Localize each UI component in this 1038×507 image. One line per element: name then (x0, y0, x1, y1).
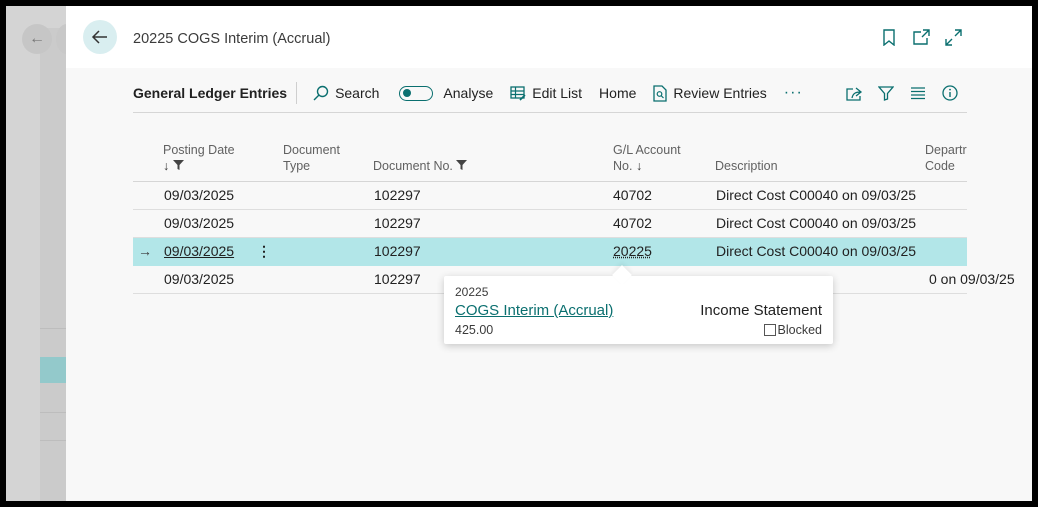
toggle-switch-icon (399, 85, 434, 101)
grid-header: Posting Date ↓ Document Type Document No… (133, 134, 967, 182)
review-entries-label: Review Entries (673, 85, 767, 101)
table-row[interactable]: 09/03/2025 102297 40702 Direct Cost C000… (133, 210, 967, 238)
cell-posting-date[interactable]: 09/03/2025 (164, 210, 234, 237)
column-document-no-label: Document No. (373, 159, 453, 173)
cell-document-no[interactable]: 102297 (374, 182, 421, 209)
arrow-left-icon (91, 30, 107, 44)
page-title: 20225 COGS Interim (Accrual) (133, 31, 331, 47)
cell-document-no[interactable]: 102297 (374, 238, 421, 265)
column-gl-account-label-2: No. (613, 159, 633, 173)
column-description-label: Description (715, 159, 778, 173)
sort-descending-icon: ↓ (163, 159, 170, 173)
tooltip-account-no: 20225 (455, 285, 489, 299)
edit-list-button[interactable]: Edit List (510, 85, 582, 101)
background-back-icon: ← (22, 24, 52, 54)
action-bar: General Ledger Entries Search Analyse Ed… (133, 74, 967, 113)
review-entries-button[interactable]: Review Entries (653, 84, 767, 102)
edit-list-icon (510, 86, 526, 101)
cell-description[interactable]: Direct Cost C00040 on 09/03/25 (716, 182, 916, 209)
row-indicator-arrow-icon: → (138, 243, 152, 259)
blocked-checkbox[interactable] (763, 324, 776, 336)
search-button[interactable]: Search (313, 85, 379, 101)
column-gl-account-label: G/L Account (613, 143, 681, 157)
info-icon[interactable] (941, 84, 959, 102)
title-actions (880, 28, 962, 46)
sort-descending-icon: ↓ (635, 159, 643, 173)
home-tab[interactable]: Home (599, 85, 636, 101)
edit-list-label: Edit List (532, 85, 583, 101)
open-new-window-icon[interactable] (912, 28, 930, 46)
cell-description[interactable]: 0 on 09/03/25 (929, 266, 1015, 293)
cell-gl-account[interactable]: 20225 (613, 238, 652, 265)
search-icon (313, 85, 329, 101)
bookmark-icon[interactable] (880, 28, 898, 46)
list-actions (845, 84, 959, 102)
background-row (40, 412, 66, 441)
list-view-icon[interactable] (909, 84, 927, 102)
cell-posting-date[interactable]: 09/03/2025 (164, 266, 234, 293)
column-document-type-label-2: Type (283, 159, 311, 173)
account-tooltip-card: 20225 COGS Interim (Accrual) 425.00 Inco… (444, 265, 833, 344)
title-bar: 20225 COGS Interim (Accrual) (66, 6, 1032, 68)
cell-description[interactable]: Direct Cost C00040 on 09/03/25 (716, 238, 916, 265)
home-label: Home (599, 85, 637, 101)
column-posting-date[interactable]: Posting Date ↓ (163, 142, 235, 174)
ledger-entries-page: 20225 COGS Interim (Accrual) General Led… (66, 6, 1032, 501)
column-document-no[interactable]: Document No. (373, 158, 468, 174)
column-department-code[interactable]: Departr Code (925, 142, 967, 174)
analyse-label: Analyse (443, 85, 494, 101)
list-title: General Ledger Entries (133, 82, 298, 104)
column-gl-account-no[interactable]: G/L Account No. ↓ (613, 142, 681, 174)
tooltip-amount: 425.00 (455, 323, 494, 337)
back-button[interactable] (83, 20, 117, 54)
search-label: Search (335, 85, 380, 101)
cell-gl-account[interactable]: 40702 (613, 210, 652, 237)
filter-icon (172, 160, 184, 170)
cell-description[interactable]: Direct Cost C00040 on 09/03/25 (716, 210, 916, 237)
cell-posting-date[interactable]: 09/03/2025 (164, 182, 234, 209)
document-search-icon (653, 84, 668, 102)
share-icon[interactable] (845, 84, 863, 102)
blocked-label: Blocked (777, 323, 822, 337)
row-menu-icon[interactable]: ⋮ (257, 238, 271, 265)
column-department-label-2: Code (925, 159, 955, 173)
tooltip-blocked: Blocked (763, 323, 822, 337)
filter-icon (456, 160, 468, 170)
background-row-selected (40, 357, 66, 383)
table-row[interactable]: 09/03/2025 102297 40702 Direct Cost C000… (133, 182, 967, 210)
column-department-label: Departr (925, 143, 967, 157)
background-row (40, 328, 66, 357)
table-row-selected[interactable]: → 09/03/2025 ⋮ 102297 20225 Direct Cost … (133, 238, 967, 266)
cell-document-no[interactable]: 102297 (374, 210, 421, 237)
analyse-toggle[interactable]: Analyse (399, 85, 493, 101)
expand-icon[interactable] (944, 28, 962, 46)
more-options-icon[interactable]: ··· (784, 84, 803, 102)
entries-grid: Posting Date ↓ Document Type Document No… (133, 134, 1015, 294)
window-frame: ← 20225 COGS Interim (Accrual) General L… (6, 6, 1032, 501)
background-row (40, 384, 66, 413)
column-description[interactable]: Description (715, 158, 778, 174)
filter-icon[interactable] (877, 84, 895, 102)
cell-document-no[interactable]: 102297 (374, 266, 421, 293)
column-document-type-label: Document (283, 143, 340, 157)
column-document-type[interactable]: Document Type (283, 142, 340, 174)
cell-posting-date[interactable]: 09/03/2025 (164, 238, 234, 265)
cell-gl-account[interactable]: 40702 (613, 182, 652, 209)
column-posting-date-label: Posting Date (163, 143, 235, 157)
tooltip-account-name-link[interactable]: COGS Interim (Accrual) (455, 302, 613, 319)
tooltip-income-balance: Income Statement (700, 302, 822, 319)
